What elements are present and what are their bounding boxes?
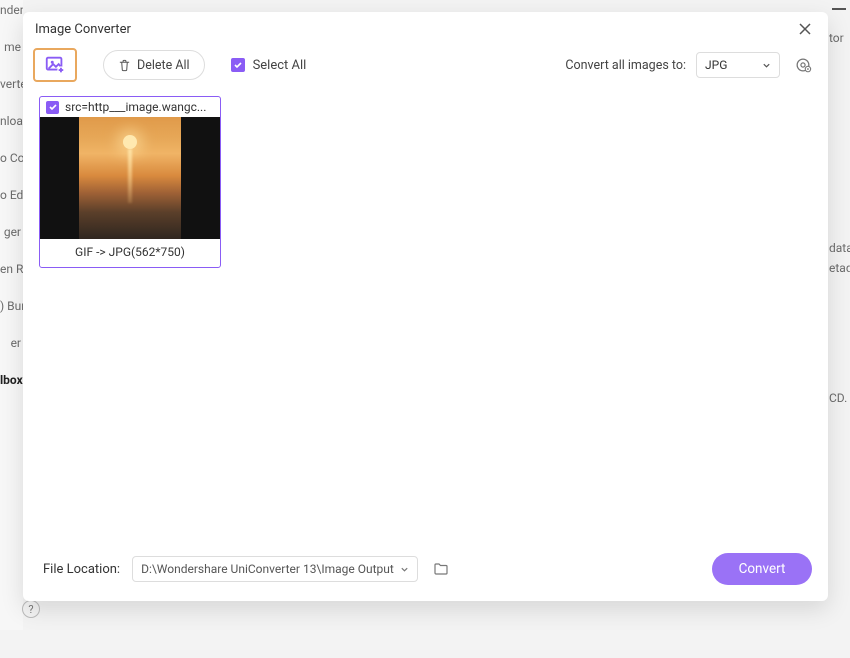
output-format-select[interactable]: JPG — [696, 52, 780, 78]
bg-right: tor data etada CD. — [827, 28, 850, 658]
toolbar: Delete All Select All Convert all images… — [23, 44, 828, 92]
checkbox-checked-icon — [48, 102, 58, 112]
checkbox-checked-icon — [231, 58, 245, 72]
help-icon[interactable]: ? — [22, 600, 40, 618]
select-all-checkbox[interactable]: Select All — [231, 58, 307, 73]
image-checkbox[interactable] — [46, 101, 59, 114]
image-converter-dialog: Image Converter Delete All — [23, 12, 828, 601]
minimize-icon[interactable] — [832, 8, 846, 10]
image-thumbnail — [40, 117, 220, 239]
dialog-title: Image Converter — [35, 22, 131, 37]
image-filename: src=http___image.wangc... — [65, 100, 214, 114]
toolbar-right: Convert all images to: JPG — [565, 52, 816, 78]
file-location-select[interactable]: D:\Wondershare UniConverter 13\Image Out… — [132, 556, 418, 582]
file-location-label: File Location: — [43, 562, 120, 577]
thumbnail-preview — [79, 117, 181, 239]
dialog-header: Image Converter — [23, 12, 828, 44]
add-image-icon — [44, 54, 66, 76]
close-icon — [799, 23, 811, 35]
convert-to-label: Convert all images to: — [565, 58, 686, 73]
image-card-header: src=http___image.wangc... — [40, 97, 220, 117]
chevron-down-icon — [762, 61, 771, 70]
add-image-button[interactable] — [33, 48, 77, 82]
open-folder-button[interactable] — [430, 558, 452, 580]
file-location-path: D:\Wondershare UniConverter 13\Image Out… — [141, 562, 394, 576]
dialog-footer: File Location: D:\Wondershare UniConvert… — [23, 539, 828, 601]
gear-icon — [794, 56, 812, 74]
output-format-value: JPG — [705, 58, 727, 72]
select-all-label: Select All — [253, 58, 307, 73]
delete-all-label: Delete All — [137, 58, 190, 73]
delete-all-button[interactable]: Delete All — [103, 50, 205, 80]
image-conversion-caption: GIF -> JPG(562*750) — [40, 239, 220, 267]
folder-icon — [433, 561, 449, 577]
toolbar-left: Delete All Select All — [33, 48, 306, 82]
convert-button[interactable]: Convert — [712, 553, 812, 585]
output-settings-button[interactable] — [790, 52, 816, 78]
chevron-down-icon — [400, 565, 409, 574]
close-button[interactable] — [794, 18, 816, 40]
images-grid: src=http___image.wangc... GIF -> JPG(562… — [23, 92, 828, 539]
image-card[interactable]: src=http___image.wangc... GIF -> JPG(562… — [39, 96, 221, 268]
trash-icon — [118, 59, 131, 72]
bg-sidebar: nder me verte nloa o Co o Ed ger en R ) … — [0, 0, 23, 630]
